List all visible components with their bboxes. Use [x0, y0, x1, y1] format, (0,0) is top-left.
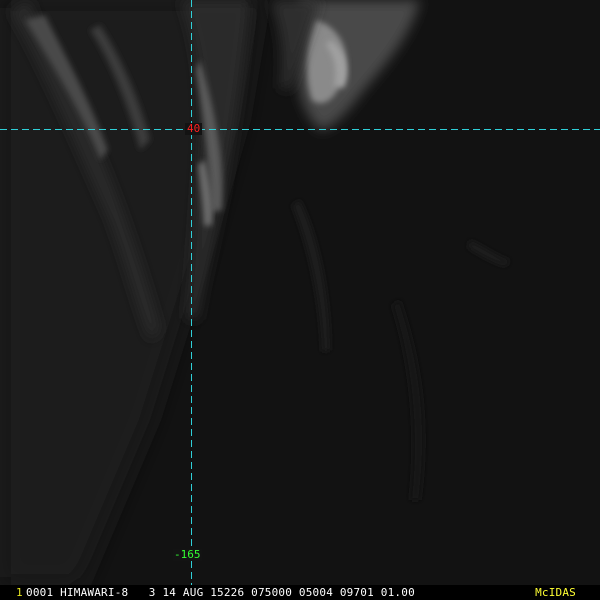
- status-bar: 1 0001 HIMAWARI-8 3 14 AUG 15226 075000 …: [0, 585, 600, 600]
- latitude-label: 40: [185, 122, 203, 135]
- frame-number: 1: [16, 586, 23, 599]
- satellite-image-frame: 40 -165 1 0001 HIMAWARI-8 3 14 AUG 15226…: [0, 0, 600, 600]
- image-metadata-text: 0001 HIMAWARI-8 3 14 AUG 15226 075000 05…: [26, 586, 415, 599]
- satellite-image: 40 -165: [0, 0, 600, 585]
- mcidas-brand: McIDAS: [535, 586, 576, 599]
- cloud-imagery: [0, 0, 600, 585]
- longitude-label: -165: [173, 548, 202, 561]
